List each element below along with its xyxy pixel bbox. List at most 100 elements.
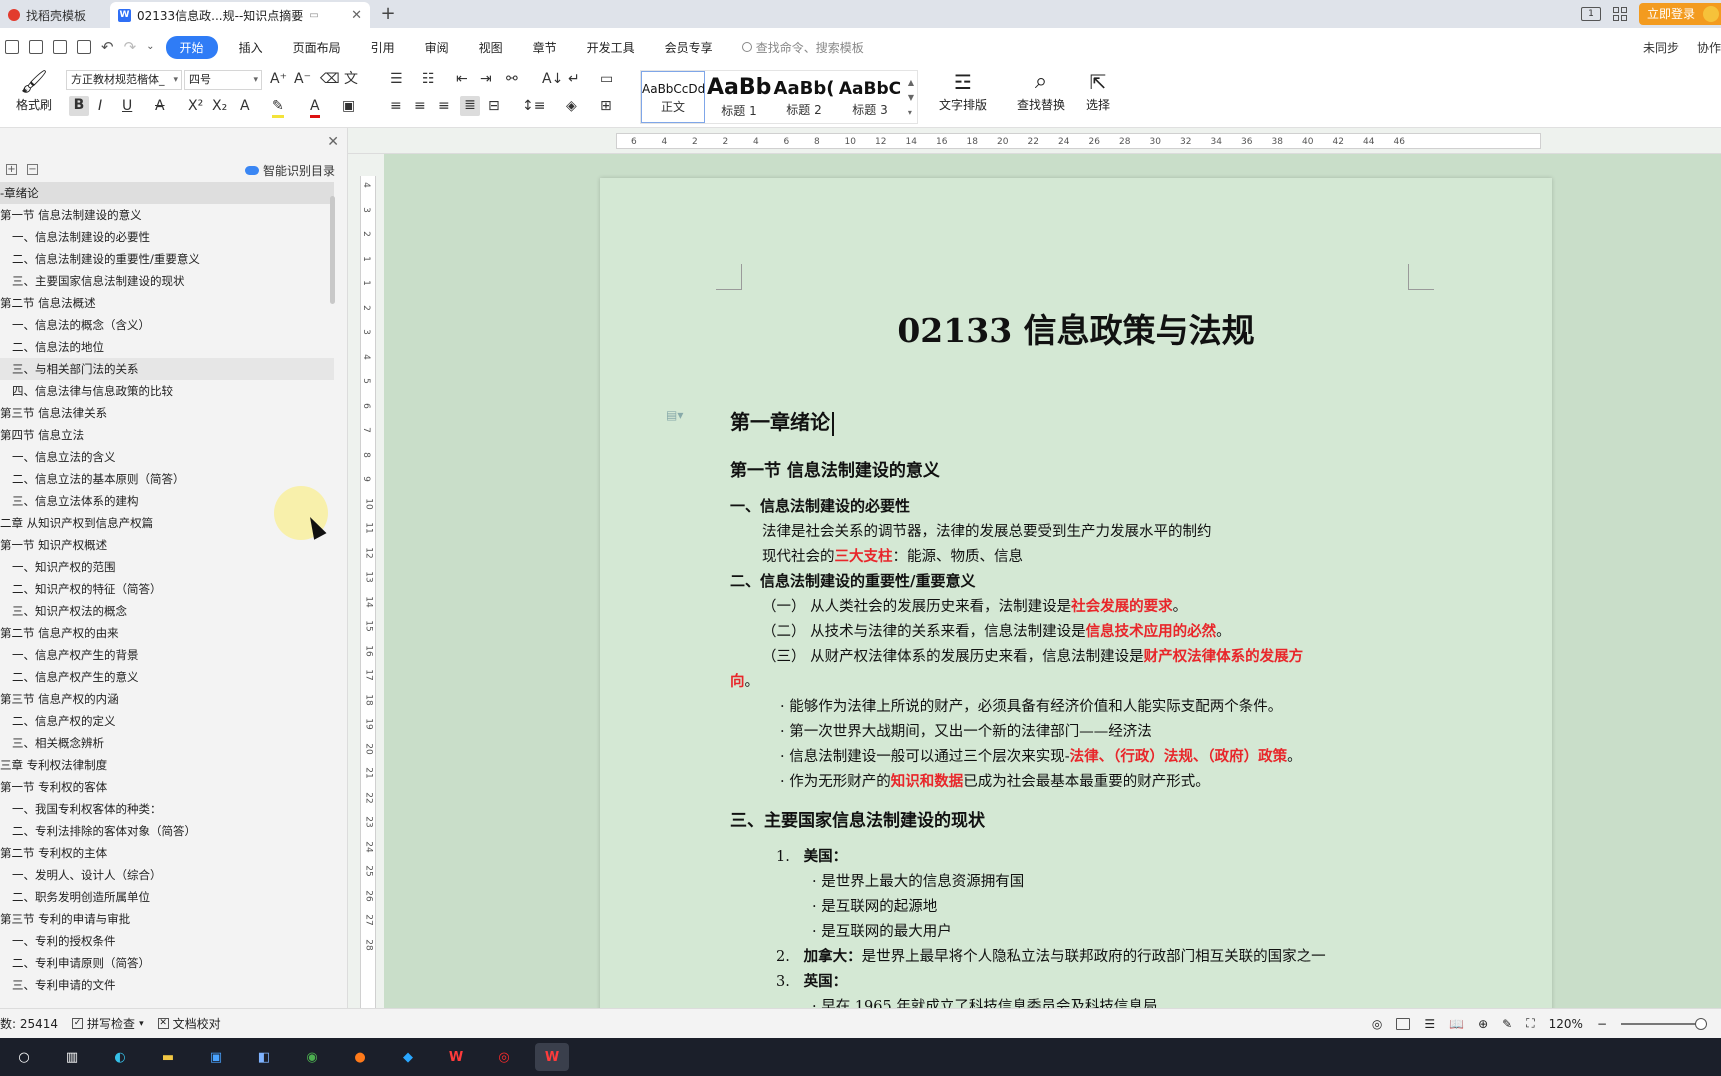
phonetic-icon[interactable]: 文 bbox=[344, 70, 358, 88]
strikethrough-icon[interactable]: A bbox=[155, 97, 165, 115]
style-normal[interactable]: AaBbCcDd 正文 bbox=[641, 71, 705, 123]
save-icon[interactable] bbox=[5, 40, 19, 54]
horizontal-ruler[interactable]: 6 4 2 2 4 6 8 10 12 14 16 18 20 22 24 26 28 30 32 34 36 38 40 4… bbox=[348, 128, 1721, 154]
expand-all-icon[interactable]: + bbox=[6, 164, 17, 175]
outline-item[interactable]: 四、信息法律与信息政策的比较 bbox=[0, 380, 334, 402]
close-icon[interactable]: ✕ bbox=[327, 134, 339, 150]
export-icon[interactable] bbox=[29, 40, 43, 54]
sync-status[interactable]: 未同步 bbox=[1643, 39, 1679, 56]
line-spacing-icon[interactable]: ↕≡ bbox=[522, 97, 545, 115]
outline-item[interactable]: 一、发明人、设计人（综合） bbox=[0, 864, 334, 886]
fit-page-icon[interactable]: ⛶ bbox=[1526, 1016, 1534, 1031]
pin-icon[interactable]: ▭ bbox=[309, 10, 318, 21]
edge-browser-icon[interactable]: ◐ bbox=[103, 1043, 137, 1071]
decrease-indent-icon[interactable]: ⇤ bbox=[456, 70, 468, 88]
outline-item[interactable]: 第二节 信息产权的由来 bbox=[0, 622, 334, 644]
subscript-icon[interactable]: X₂ bbox=[212, 97, 227, 115]
shrink-font-icon[interactable]: A⁻ bbox=[294, 70, 311, 88]
outline-item[interactable]: 第三节 信息产权的内涵 bbox=[0, 688, 334, 710]
reading-view-icon[interactable]: 📖 bbox=[1449, 1017, 1464, 1031]
page-view-icon[interactable] bbox=[1396, 1017, 1411, 1030]
shading-icon[interactable]: ◈ bbox=[566, 97, 577, 115]
tab-template[interactable]: 找稻壳模板 bbox=[0, 2, 110, 28]
outline-item[interactable]: 一、信息法的概念（含义） bbox=[0, 314, 334, 336]
feishu-icon[interactable]: ◆ bbox=[391, 1043, 425, 1071]
menu-references[interactable]: 引用 bbox=[356, 39, 410, 56]
command-search[interactable]: 查找命令、搜索模板 bbox=[741, 39, 864, 56]
outline-item[interactable]: 一、信息产权产生的背景 bbox=[0, 644, 334, 666]
style-heading-1[interactable]: AaBb 标题 1 bbox=[707, 71, 771, 123]
menu-member[interactable]: 会员专享 bbox=[650, 39, 728, 56]
wps-writer-icon[interactable]: W bbox=[535, 1043, 569, 1071]
bold-icon[interactable]: B bbox=[69, 96, 89, 116]
menu-view[interactable]: 视图 bbox=[464, 39, 518, 56]
borders-icon[interactable]: ⊞ bbox=[600, 97, 612, 115]
proofread-button[interactable]: ✕ 文档校对 bbox=[157, 1015, 221, 1032]
find-replace-button[interactable]: ⌕ 查找替换 bbox=[1010, 68, 1072, 113]
style-heading-2[interactable]: AaBb( 标题 2 bbox=[773, 71, 835, 123]
outline-item[interactable]: 一、信息法制建设的必要性 bbox=[0, 226, 334, 248]
numbered-list-icon[interactable]: ☷ bbox=[422, 70, 435, 88]
outline-item[interactable]: 三章 专利权法律制度 bbox=[0, 754, 334, 776]
outline-item[interactable]: 第一节 信息法制建设的意义 bbox=[0, 204, 334, 226]
outline-item[interactable]: 二、职务发明创造所属单位 bbox=[0, 886, 334, 908]
tab-document[interactable]: W 02133信息政...规--知识点摘要 ▭ ✕ bbox=[110, 2, 370, 28]
document-canvas[interactable]: 02133 信息政策与法规 ▤▾ 第一章绪论 第一节 信息法制建设的意义 一、信… bbox=[384, 154, 1721, 1008]
superscript-icon[interactable]: X² bbox=[188, 97, 203, 115]
collaborate-button[interactable]: 协作 bbox=[1697, 39, 1721, 56]
font-size-select[interactable]: 四号 bbox=[184, 70, 262, 90]
char-border-icon[interactable]: ▣ bbox=[342, 97, 355, 115]
italic-icon[interactable]: I bbox=[98, 97, 102, 115]
close-icon[interactable]: ✕ bbox=[351, 8, 362, 23]
chevron-down-icon[interactable]: ⌄ bbox=[146, 40, 154, 54]
underline-icon[interactable]: U bbox=[122, 97, 132, 115]
store-icon[interactable]: ▣ bbox=[199, 1043, 233, 1071]
outline-item[interactable]: 二、信息法的地位 bbox=[0, 336, 334, 358]
outline-item[interactable]: 三、与相关部门法的关系 bbox=[0, 358, 334, 380]
outline-item[interactable]: 第一节 知识产权概述 bbox=[0, 534, 334, 556]
font-name-select[interactable]: 方正教材规范楷体_ bbox=[66, 70, 182, 90]
menu-developer[interactable]: 开发工具 bbox=[572, 39, 650, 56]
text-layout-button[interactable]: ☲ 文字排版 bbox=[932, 68, 994, 113]
outline-item[interactable]: 一、专利的授权条件 bbox=[0, 930, 334, 952]
record-icon[interactable]: ◎ bbox=[487, 1043, 521, 1071]
login-button[interactable]: 立即登录 bbox=[1638, 3, 1721, 25]
outline-item[interactable]: 二、专利申请原则（简答） bbox=[0, 952, 334, 974]
outline-item[interactable]: -章绪论 bbox=[0, 182, 334, 204]
zoom-level[interactable]: 120% bbox=[1549, 1017, 1583, 1031]
outline-item[interactable]: 二、信息立法的基本原则（简答） bbox=[0, 468, 334, 490]
text-effect-icon[interactable]: A bbox=[240, 97, 250, 115]
sort-icon[interactable]: A↓ bbox=[542, 70, 563, 88]
menu-review[interactable]: 审阅 bbox=[410, 39, 464, 56]
outline-view-icon[interactable]: ☰ bbox=[1424, 1017, 1435, 1031]
grow-font-icon[interactable]: A⁺ bbox=[270, 70, 287, 88]
gallery-scroll-icon[interactable]: ▲ ▼ ▾ bbox=[908, 75, 914, 120]
outline-item[interactable]: 一、知识产权的范围 bbox=[0, 556, 334, 578]
menu-insert[interactable]: 插入 bbox=[224, 39, 278, 56]
menu-home[interactable]: 开始 bbox=[165, 35, 218, 59]
justify-icon[interactable]: ≣ bbox=[460, 96, 480, 116]
outline-item[interactable]: 一、我国专利权客体的种类： bbox=[0, 798, 334, 820]
outline-item[interactable]: 二、信息产权产生的意义 bbox=[0, 666, 334, 688]
eye-protect-icon[interactable]: ◎ bbox=[1372, 1017, 1382, 1031]
print-preview-icon[interactable] bbox=[77, 40, 91, 54]
task-view-icon[interactable]: ▥ bbox=[55, 1043, 89, 1071]
new-tab-button[interactable]: + bbox=[374, 2, 402, 28]
paragraph-handle-icon[interactable]: ▤▾ bbox=[666, 408, 683, 422]
clear-format-icon[interactable]: ⌫ bbox=[320, 70, 340, 88]
menu-chapter[interactable]: 章节 bbox=[518, 39, 572, 56]
outline-item[interactable]: 三、专利申请的文件 bbox=[0, 974, 334, 996]
zoom-out-icon[interactable]: − bbox=[1597, 1017, 1607, 1031]
apps-grid-icon[interactable] bbox=[1612, 7, 1627, 21]
word-count[interactable]: 数: 25414 bbox=[0, 1015, 58, 1032]
outline-item[interactable]: 第四节 信息立法 bbox=[0, 424, 334, 446]
align-right-icon[interactable]: ≡ bbox=[438, 97, 450, 115]
print-icon[interactable] bbox=[53, 40, 67, 54]
vertical-ruler[interactable]: 4 3 2 1 1 2 3 4 5 6 7 8 9 10 11 12 13 14 15 16 17 18 19 20 21 22 2… bbox=[348, 154, 384, 1008]
zoom-slider[interactable] bbox=[1621, 1017, 1707, 1030]
outline-item[interactable]: 二、信息产权的定义 bbox=[0, 710, 334, 732]
outline-item[interactable]: 第一节 专利权的客体 bbox=[0, 776, 334, 798]
outline-scrollbar[interactable] bbox=[330, 196, 335, 304]
web-view-icon[interactable]: ⊕ bbox=[1478, 1017, 1488, 1031]
write-mode-icon[interactable]: ✎ bbox=[1502, 1017, 1512, 1031]
